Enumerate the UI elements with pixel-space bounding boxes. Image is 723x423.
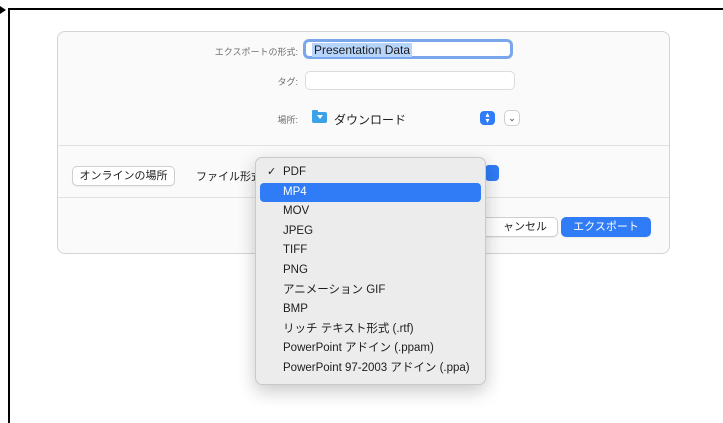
menu-item-label: リッチ テキスト形式 (.rtf) [283, 322, 414, 335]
location-value: ダウンロード [334, 113, 407, 127]
menu-item-bmp[interactable]: BMP [260, 300, 481, 320]
menu-item-label: PowerPoint 97-2003 アドイン (.ppa) [283, 361, 470, 374]
menu-item-label: TIFF [283, 244, 308, 257]
file-format-label: ファイル形式 [196, 171, 262, 183]
export-button[interactable]: エクスポート [561, 217, 651, 237]
menu-item-rtf[interactable]: リッチ テキスト形式 (.rtf) [260, 320, 481, 340]
tags-field[interactable] [305, 71, 515, 90]
tags-label: タグ: [277, 77, 298, 87]
export-name-field[interactable]: Presentation Data [303, 39, 513, 59]
file-format-menu: ✓ PDF MP4 MOV JPEG TIFF PNG アニメーション GIF B… [255, 157, 486, 385]
download-folder-icon [312, 110, 327, 123]
menu-item-label: PNG [283, 263, 308, 276]
menu-item-jpeg[interactable]: JPEG [260, 222, 481, 242]
menu-item-tiff[interactable]: TIFF [260, 241, 481, 261]
menu-item-mov[interactable]: MOV [260, 202, 481, 222]
export-as-label: エクスポートの形式: [214, 47, 298, 57]
checkmark-icon: ✓ [267, 166, 277, 178]
divider [58, 145, 669, 146]
export-name-value: Presentation Data [312, 43, 413, 57]
menu-item-ppa[interactable]: PowerPoint 97-2003 アドイン (.ppa) [260, 359, 481, 379]
menu-item-png[interactable]: PNG [260, 261, 481, 281]
window-frame-top [8, 8, 723, 10]
menu-item-ppam[interactable]: PowerPoint アドイン (.ppam) [260, 339, 481, 359]
menu-item-label: MP4 [283, 185, 307, 198]
menu-item-mp4[interactable]: MP4 [260, 182, 481, 203]
menu-item-animated-gif[interactable]: アニメーション GIF [260, 281, 481, 301]
menu-item-label: BMP [283, 303, 308, 316]
updown-chevron-icon: ▴ ▾ [480, 111, 495, 125]
online-locations-button[interactable]: オンラインの場所 [72, 166, 175, 186]
menu-item-label: PowerPoint アドイン (.ppam) [283, 342, 434, 355]
location-popup[interactable]: ダウンロード ▴ ▾ [305, 109, 496, 127]
location-label: 場所: [277, 115, 298, 125]
menu-item-label: PDF [283, 166, 306, 178]
file-format-popup[interactable] [485, 165, 499, 181]
menu-item-label: JPEG [283, 224, 314, 237]
expand-button[interactable]: ⌄ [504, 110, 520, 126]
menu-item-pdf[interactable]: ✓ PDF [260, 163, 481, 183]
menu-item-label: アニメーション GIF [283, 283, 386, 296]
menu-item-label: MOV [283, 205, 310, 218]
pointer-arrow-icon [0, 6, 6, 14]
chevron-down-icon: ⌄ [508, 113, 516, 123]
window-frame-left [8, 8, 10, 423]
